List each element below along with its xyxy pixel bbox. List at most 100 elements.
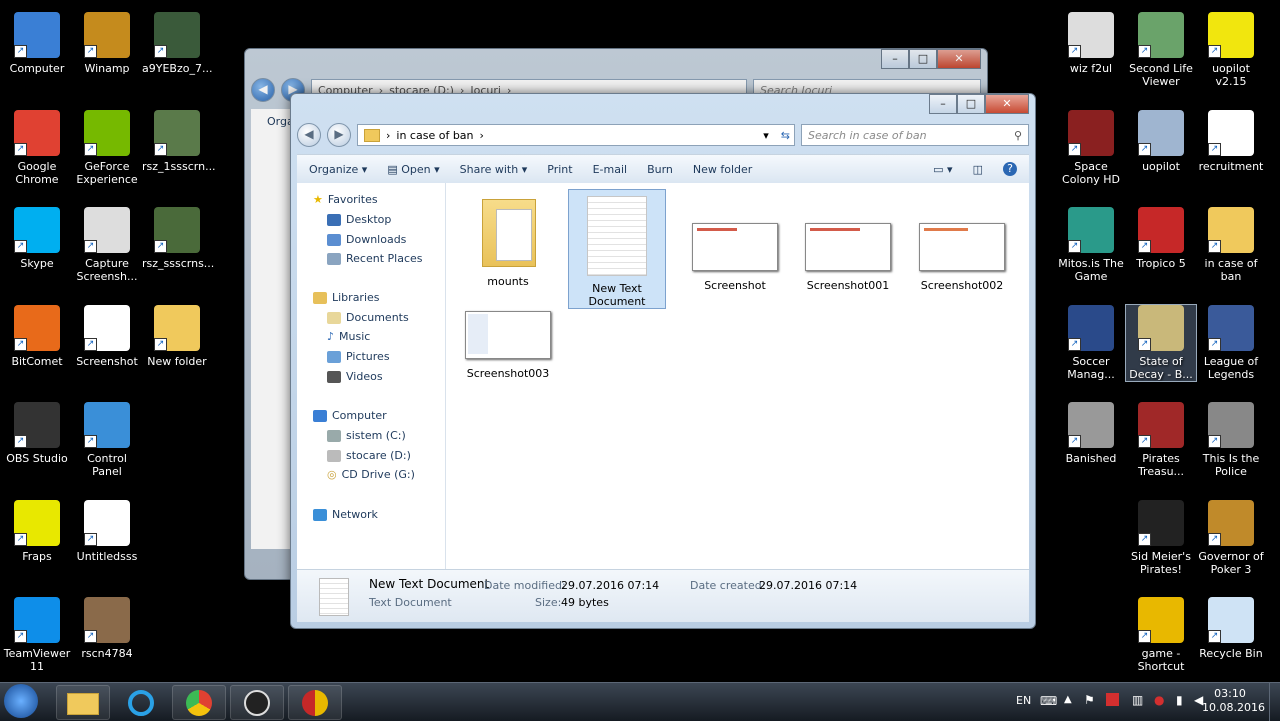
file-item-screenshot003[interactable]: Screenshot003 [460,311,556,380]
desktop-shortcut[interactable]: ↗ Recycle Bin [1196,597,1266,660]
new-folder-button[interactable]: New folder [693,163,752,176]
desktop-shortcut[interactable]: ↗ OBS Studio [2,402,72,465]
tray-app-icon[interactable]: ● [1154,693,1164,707]
search-input[interactable]: Search in case of ban ⚲ [801,124,1029,146]
nav-downloads[interactable]: Downloads [327,233,406,246]
back-button[interactable]: ◀ [297,123,321,147]
taskbar-game-button[interactable] [288,685,342,720]
desktop-shortcut[interactable]: ↗ Winamp [72,12,142,75]
taskbar-ie-button[interactable] [114,685,168,720]
file-item-mounts[interactable]: mounts [460,189,556,288]
file-item-screenshot001[interactable]: Screenshot001 [800,223,896,292]
desktop-shortcut[interactable]: ↗ uopilot v2.15 [1196,12,1266,88]
desktop-shortcut[interactable]: ↗ Sid Meier's Pirates! [1126,499,1196,576]
desktop-shortcut[interactable]: ↗ Tropico 5 [1126,207,1196,270]
power-icon[interactable]: ▮ [1176,693,1183,707]
burn-button[interactable]: Burn [647,163,673,176]
back-button[interactable]: ◀ [251,78,275,102]
breadcrumb-item[interactable]: in case of ban [396,129,473,142]
flag-icon[interactable]: ⚑ [1084,693,1095,707]
address-bar[interactable]: › in case of ban › ▾ ⇆ [357,124,795,146]
desktop-shortcut[interactable]: ↗ rsz_ssscrns... [142,207,214,270]
desktop-shortcut[interactable]: ↗ Soccer Manag... [1056,304,1126,381]
desktop-shortcut[interactable]: ↗ State of Decay - B... [1125,303,1197,382]
desktop-shortcut[interactable]: ↗ rscn4784 [72,597,142,660]
pirates-icon: ↗ [1138,499,1184,546]
show-desktop-button[interactable] [1269,683,1280,721]
explorer-window-in-case-of-ban[interactable]: – □ ✕ ◀ ▶ › in case of ban › ▾ ⇆ Search … [290,93,1036,629]
maximize-button[interactable]: □ [909,49,937,69]
desktop-shortcut[interactable]: ↗ TeamViewer 11 [2,597,72,673]
desktop-shortcut[interactable]: ↗ wiz f2ul [1056,12,1126,75]
email-button[interactable]: E-mail [593,163,628,176]
desktop-shortcut[interactable]: ↗ Untitledsss [72,499,142,563]
nav-documents[interactable]: Documents [327,311,409,324]
organize-button[interactable]: Organize ▾ [309,163,367,176]
language-indicator[interactable]: EN [1016,694,1031,707]
clock[interactable]: 03:10 10.08.2016 [1202,687,1265,715]
close-button[interactable]: ✕ [937,49,981,69]
desktop-shortcut[interactable]: ↗ recruitment [1196,109,1266,173]
desktop-shortcut[interactable]: ↗ Fraps [2,499,72,563]
desktop-shortcut[interactable]: ↗ game - Shortcut [1126,597,1196,673]
taskbar-obs-button[interactable] [230,685,284,720]
preview-pane-icon[interactable]: ◫ [973,163,983,176]
desktop-shortcut[interactable]: ↗ Governor of Poker 3 [1196,499,1266,576]
view-options-icon[interactable]: ▭ ▾ [933,163,952,176]
desktop-shortcut[interactable]: ↗ Banished [1056,402,1126,465]
desktop-shortcut[interactable]: ↗ Skype [2,207,72,270]
chevron-down-icon[interactable]: ▾ [763,129,775,142]
desktop-shortcut[interactable]: ↗ rsz_1ssscrn... [142,109,216,173]
minimize-button[interactable]: – [929,94,957,114]
taskbar-chrome-button[interactable] [172,685,226,720]
nav-desktop[interactable]: Desktop [327,213,391,226]
file-item-screenshot002[interactable]: Screenshot002 [914,223,1010,292]
open-button[interactable]: ▤ Open ▾ [387,163,439,176]
search-icon[interactable]: ⚲ [1014,129,1028,142]
windows-start-icon[interactable] [4,684,38,718]
desktop-shortcut[interactable]: ↗ a9YEBzo_7... [142,12,212,75]
desktop-shortcut[interactable]: ↗ League of Legends [1196,304,1266,381]
desktop-shortcut[interactable]: ↗ Computer [2,12,72,75]
print-button[interactable]: Print [547,163,572,176]
refresh-icon[interactable]: ⇆ [781,129,794,142]
tray-app-icon[interactable] [1106,693,1119,706]
desktop-shortcut[interactable]: ↗ GeForce Experience [72,109,142,186]
nav-recent-places[interactable]: Recent Places [327,252,423,265]
file-item-screenshot[interactable]: Screenshot [687,223,783,292]
nav-libraries[interactable]: Libraries [313,291,380,304]
nav-pictures[interactable]: Pictures [327,350,390,363]
file-item-new-text-document[interactable]: New Text Document [568,189,666,309]
share-with-button[interactable]: Share with ▾ [460,163,528,176]
desktop-shortcut[interactable]: ↗ This Is the Police [1196,402,1266,478]
desktop-shortcut[interactable]: ↗ in case of ban [1196,207,1266,283]
nav-network[interactable]: Network [313,508,378,521]
desktop-shortcut[interactable]: ↗ Google Chrome [2,109,72,186]
nav-computer[interactable]: Computer [313,409,387,422]
desktop-shortcut[interactable]: ↗ New folder [142,304,212,368]
taskbar-explorer-button[interactable] [56,685,110,720]
close-button[interactable]: ✕ [985,94,1029,114]
desktop-shortcut[interactable]: ↗ Pirates Treasu... [1126,402,1196,478]
minimize-button[interactable]: – [881,49,909,69]
desktop-shortcut[interactable]: ↗ Space Colony HD [1056,109,1126,186]
desktop-shortcut[interactable]: ↗ uopilot [1126,109,1196,173]
desktop-shortcut[interactable]: ↗ BitComet [2,304,72,368]
nav-music[interactable]: ♪ Music [327,330,370,343]
nav-drive-d[interactable]: stocare (D:) [327,449,411,462]
desktop-shortcut[interactable]: ↗ Screenshot [72,304,142,368]
desktop-shortcut[interactable]: ↗ Mitos.is The Game [1056,207,1126,283]
desktop-shortcut[interactable]: ↗ Control Panel [72,402,142,478]
desktop-shortcut[interactable]: ↗ Capture Screensh... [72,207,142,283]
help-icon[interactable]: ? [1003,162,1017,176]
maximize-button[interactable]: □ [957,94,985,114]
network-tray-icon[interactable]: ▥ [1132,693,1143,707]
nav-drive-c[interactable]: sistem (C:) [327,429,406,442]
nav-videos[interactable]: Videos [327,370,383,383]
nav-favorites[interactable]: ★ Favorites [313,193,378,206]
forward-button[interactable]: ▶ [327,123,351,147]
show-hidden-icons[interactable]: ▲ [1064,694,1072,705]
keyboard-icon[interactable]: ⌨ [1040,694,1057,708]
desktop-shortcut[interactable]: ↗ Second Life Viewer [1126,12,1196,88]
nav-cd-drive[interactable]: ◎ CD Drive (G:) [327,468,415,481]
